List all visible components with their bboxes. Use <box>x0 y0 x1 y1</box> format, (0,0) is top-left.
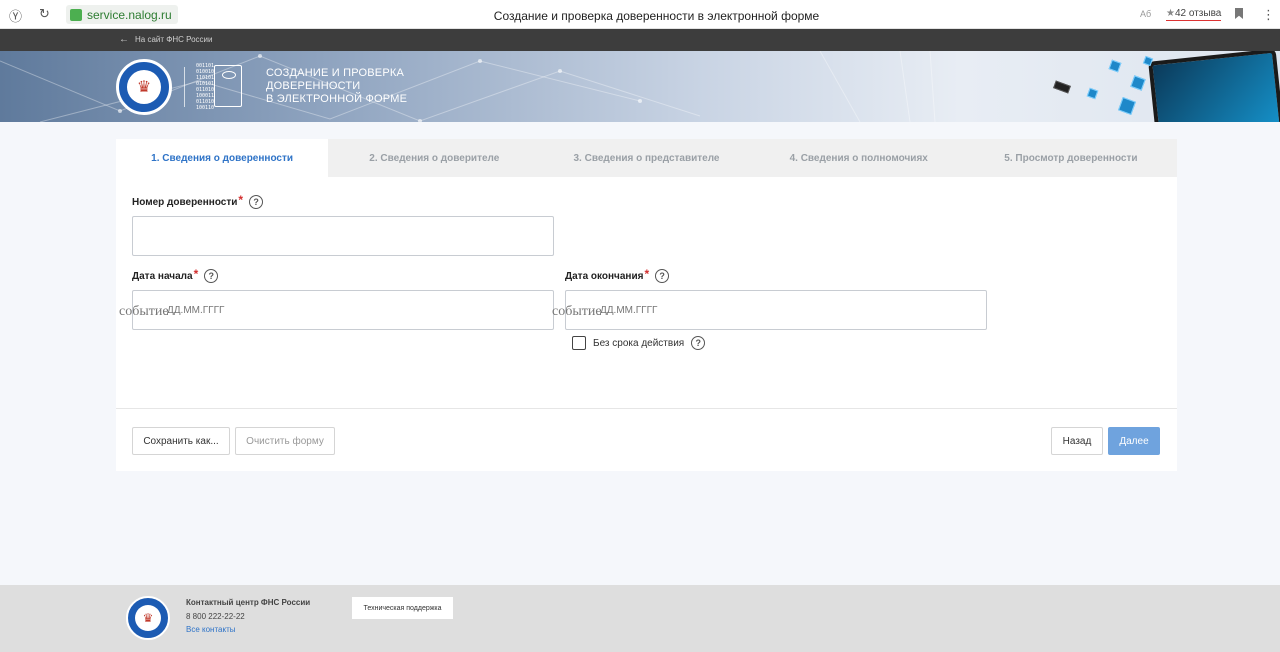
number-input[interactable] <box>132 216 554 256</box>
fns-emblem-logo[interactable]: ♛ <box>116 59 172 115</box>
tab-principal[interactable]: 2. Сведения о доверителе <box>328 139 540 177</box>
no-expiry-checkbox[interactable] <box>572 336 586 350</box>
top-nav-strip: ← На сайт ФНС России <box>0 29 1280 51</box>
start-date-input[interactable] <box>132 290 554 330</box>
cube-shape <box>1108 59 1122 73</box>
browser-page-title: Создание и проверка доверенности в элект… <box>493 9 820 23</box>
back-to-fns-link[interactable]: ← На сайт ФНС России <box>119 34 212 45</box>
help-icon[interactable]: ? <box>249 195 264 209</box>
eagle-icon: ♛ <box>127 70 161 104</box>
menu-icon[interactable]: ⋮ <box>1262 7 1275 23</box>
back-button[interactable]: Назад <box>1051 427 1103 455</box>
tablet-illustration <box>1148 51 1280 122</box>
contact-phone[interactable]: 8 800 222-22-22 <box>186 612 245 621</box>
hero-title-line: в электронной форме <box>266 93 408 105</box>
overlay-event-text: событие <box>552 304 602 319</box>
clear-form-button[interactable]: Очистить форму <box>235 427 335 455</box>
eagle-icon: ♛ <box>135 605 161 631</box>
document-binary-icon: 001101 010010 110101 010101 011010 10001… <box>196 63 246 111</box>
tech-support-button[interactable]: Техническая поддержка <box>352 597 453 619</box>
next-button[interactable]: Далее <box>1108 427 1160 455</box>
required-marker: * <box>193 267 199 281</box>
hero-title-line: Создание и проверка <box>266 67 405 79</box>
hero-title: Создание и проверка доверенности в элект… <box>266 67 407 106</box>
eye-icon <box>222 71 236 79</box>
cube-shape <box>1118 97 1136 115</box>
reviews-label: 42 отзыва <box>1174 8 1222 19</box>
end-label-text: Дата окончания <box>565 270 644 282</box>
star-icon: ★ <box>1166 8 1175 19</box>
tab-representative[interactable]: 3. Сведения о представителе <box>540 139 752 177</box>
required-marker: * <box>238 193 244 207</box>
no-expiry-label: Без срока действия <box>593 337 685 349</box>
tab-preview[interactable]: 5. Просмотр доверенности <box>965 139 1177 177</box>
cubes-illustration <box>1040 51 1280 122</box>
help-icon[interactable]: ? <box>691 336 706 350</box>
divider <box>116 408 1177 409</box>
required-marker: * <box>644 267 650 281</box>
overlay-event-text: событие <box>119 304 169 319</box>
cube-shape <box>1086 87 1099 100</box>
no-expiry-option[interactable]: Без срока действия ? <box>572 336 706 350</box>
number-label-text: Номер доверенности <box>132 196 238 208</box>
footer: ♛ Контактный центр ФНС России 8 800 222-… <box>0 585 1280 652</box>
help-icon[interactable]: ? <box>204 269 219 283</box>
contact-center-title: Контактный центр ФНС России <box>186 598 311 607</box>
fns-emblem-logo: ♛ <box>126 596 170 640</box>
start-date-label: Дата начала * ? <box>132 267 219 283</box>
form-card: 1. Сведения о доверенности 2. Сведения о… <box>116 139 1177 471</box>
hero-divider <box>184 67 185 107</box>
start-label-text: Дата начала <box>132 270 193 282</box>
all-contacts-link[interactable]: Все контакты <box>186 625 236 634</box>
back-link-label: На сайт ФНС России <box>135 35 213 44</box>
tab-poa-details[interactable]: 1. Сведения о доверенности <box>116 139 329 177</box>
wizard-tabs: 1. Сведения о доверенности 2. Сведения о… <box>116 139 1177 177</box>
number-field-label: Номер доверенности * ? <box>132 193 264 209</box>
end-date-input[interactable] <box>565 290 987 330</box>
save-as-button[interactable]: Сохранить как... <box>132 427 230 455</box>
arrow-left-icon: ← <box>119 34 129 45</box>
browser-toolbar: Ⓨ ↻ service.nalog.ru Создание и проверка… <box>0 0 1280 29</box>
cube-shape <box>1130 75 1146 91</box>
help-icon[interactable]: ? <box>655 269 670 283</box>
tab-powers[interactable]: 4. Сведения о полномочиях <box>753 139 965 177</box>
end-date-label: Дата окончания * ? <box>565 267 670 283</box>
chip-shape <box>1053 80 1071 94</box>
hero-title-line: доверенности <box>266 80 361 92</box>
reviews-badge[interactable]: ★42 отзыва <box>1166 8 1222 21</box>
reader-mode-icon[interactable]: Аб <box>1140 9 1151 19</box>
